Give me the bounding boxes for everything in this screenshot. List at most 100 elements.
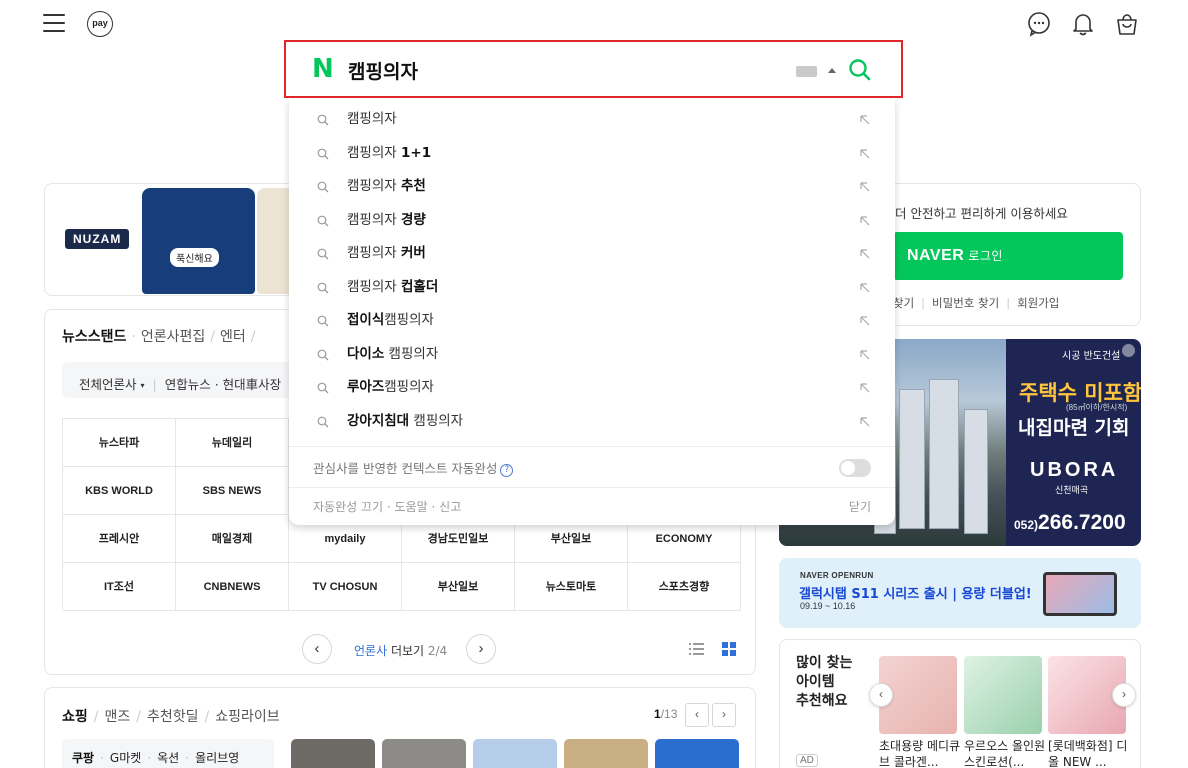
pay-button[interactable]: pay	[87, 11, 113, 37]
autocomplete-item[interactable]: 접이식캠핑의자	[289, 304, 895, 338]
autocomplete-text: 캠핑의자 컵홀더	[347, 278, 439, 295]
press-logo[interactable]: KBS WORLD	[63, 467, 176, 515]
autocomplete-text: 캠핑의자	[347, 111, 397, 127]
product-image[interactable]	[655, 739, 739, 768]
grid-view-icon[interactable]	[722, 642, 736, 656]
press-logo[interactable]: CNBNEWS	[176, 563, 289, 611]
autocomplete-item[interactable]: 캠핑의자	[289, 103, 895, 137]
mall-gmarket[interactable]: G마켓	[110, 751, 141, 765]
press-logo[interactable]: 스포츠경향	[628, 563, 741, 611]
press-logo[interactable]: TV CHOSUN	[289, 563, 402, 611]
product-image[interactable]	[964, 656, 1042, 734]
help-icon[interactable]: ?	[500, 464, 514, 477]
turn-off-autocomplete-link[interactable]: 자동완성 끄기	[313, 500, 383, 514]
fill-query-arrow-icon[interactable]	[859, 215, 871, 227]
tab-separator: ·	[131, 329, 136, 345]
fill-query-arrow-icon[interactable]	[859, 282, 871, 294]
separator-dot: ·	[431, 500, 436, 514]
tab-hotdeal[interactable]: 추천핫딜	[147, 709, 199, 725]
mall-auction[interactable]: 옥션	[157, 751, 179, 765]
autocomplete-item[interactable]: 루아즈캠핑의자	[289, 371, 895, 405]
close-autocomplete-button[interactable]: 닫기	[849, 498, 871, 515]
autocomplete-item[interactable]: 다이소 캠핑의자	[289, 338, 895, 372]
headline-source[interactable]: 연합뉴스	[165, 377, 211, 392]
autocomplete-item[interactable]: 캠핑의자 추천	[289, 170, 895, 204]
mall-oliveyoung[interactable]: 올리브영	[195, 751, 239, 765]
hamburger-menu-icon[interactable]	[43, 14, 65, 34]
collapse-autocomplete-icon[interactable]	[828, 68, 836, 73]
ad-info-icon[interactable]	[1122, 344, 1135, 357]
fill-query-arrow-icon[interactable]	[859, 114, 871, 126]
press-pager: ‹ 언론사 더보기 2/4 ›	[45, 634, 757, 666]
ad-openrun-brand: NAVER OPENRUN	[800, 571, 874, 580]
autocomplete-text: 접이식캠핑의자	[347, 312, 434, 328]
fill-query-arrow-icon[interactable]	[859, 382, 871, 394]
signup-link[interactable]: 회원가입	[1017, 296, 1059, 310]
all-press-dropdown[interactable]: 전체언론사 ▾	[79, 377, 145, 392]
search-box: N	[284, 40, 903, 98]
product-name[interactable]: 초대용량 메디큐브 콜라겐...	[879, 738, 963, 768]
shopping-next-button[interactable]: ›	[712, 703, 736, 727]
fill-query-arrow-icon[interactable]	[859, 181, 871, 193]
press-logo[interactable]: IT조선	[63, 563, 176, 611]
pager-label: 언론사 더보기 2/4	[354, 642, 447, 659]
tab-shopping[interactable]: 쇼핑	[62, 709, 88, 725]
naver-logo[interactable]: N	[312, 56, 334, 82]
list-view-icon[interactable]	[689, 643, 704, 655]
fill-query-arrow-icon[interactable]	[859, 349, 871, 361]
search-input[interactable]	[348, 57, 768, 83]
find-id-link[interactable]: 찾기	[893, 296, 914, 310]
autocomplete-item[interactable]: 강아지침대 캠핑의자	[289, 405, 895, 439]
press-logo[interactable]: 프레시안	[63, 515, 176, 563]
tab-mens[interactable]: 맨즈	[104, 709, 130, 725]
tab-newsstand[interactable]: 뉴스스탠드	[62, 329, 126, 345]
shopping-prev-button[interactable]: ‹	[685, 703, 709, 727]
fill-query-arrow-icon[interactable]	[859, 248, 871, 260]
product-image[interactable]	[564, 739, 648, 768]
tab-press-edit[interactable]: 언론사편집	[141, 329, 205, 345]
shopping-mall-filter: 쿠팡 · G마켓 · 옥션 · 올리브영	[62, 739, 274, 768]
recommend-prev-button[interactable]: ‹	[869, 683, 893, 707]
press-logo[interactable]: 부산일보	[402, 563, 515, 611]
shopping-bag-icon[interactable]	[1114, 11, 1140, 37]
autocomplete-item[interactable]: 캠핑의자 경량	[289, 204, 895, 238]
tab-shopping-live[interactable]: 쇼핑라이브	[215, 709, 279, 725]
pager-press-link[interactable]: 언론사	[354, 644, 387, 658]
find-password-link[interactable]: 비밀번호 찾기	[932, 296, 999, 310]
press-logo[interactable]: 매일경제	[176, 515, 289, 563]
product-name[interactable]: 우르오스 올인원 스킨로션(...	[964, 738, 1048, 768]
autocomplete-item[interactable]: 캠핑의자 컵홀더	[289, 271, 895, 305]
press-logo[interactable]: SBS NEWS	[176, 467, 289, 515]
press-logo[interactable]: 뉴스타파	[63, 419, 176, 467]
product-image[interactable]	[382, 739, 466, 768]
pager-prev-button[interactable]: ‹	[302, 634, 332, 664]
recommend-next-button[interactable]: ›	[1112, 683, 1136, 707]
headline-text[interactable]: 현대車사장	[223, 377, 282, 392]
pager-next-button[interactable]: ›	[466, 634, 496, 664]
autocomplete-item[interactable]: 캠핑의자 1+1	[289, 137, 895, 171]
login-label: 로그인	[968, 249, 1003, 263]
autocomplete-text: 캠핑의자 경량	[347, 211, 426, 228]
context-autocomplete-toggle[interactable]	[839, 459, 871, 477]
product-image[interactable]	[473, 739, 557, 768]
separator-dot: ·	[147, 751, 152, 765]
press-logo[interactable]: 뉴스토마토	[515, 563, 628, 611]
context-label-text: 관심사를 반영한 컨텍스트 자동완성	[313, 461, 498, 476]
product-image[interactable]	[291, 739, 375, 768]
tab-entertainment[interactable]: 엔터	[220, 329, 246, 345]
keyboard-icon[interactable]	[796, 66, 817, 77]
bell-icon[interactable]	[1070, 11, 1096, 37]
help-link[interactable]: 도움말	[395, 500, 428, 514]
report-link[interactable]: 신고	[439, 500, 461, 514]
fill-query-arrow-icon[interactable]	[859, 148, 871, 160]
product-name[interactable]: [롯데백화점] 디올 NEW ...	[1048, 738, 1132, 768]
press-logo[interactable]: 뉴데일리	[176, 419, 289, 467]
mall-coupang[interactable]: 쿠팡	[72, 751, 94, 765]
autocomplete-item[interactable]: 캠핑의자 커버	[289, 237, 895, 271]
fill-query-arrow-icon[interactable]	[859, 416, 871, 428]
naver-login-button[interactable]: NAVER 로그인	[893, 232, 1123, 280]
search-icon[interactable]	[848, 58, 872, 82]
ad-banner-openrun[interactable]: NAVER OPENRUN 갤럭시탭 S11 시리즈 출시 | 용량 더블업! …	[779, 558, 1141, 628]
chat-bubble-icon[interactable]	[1026, 11, 1052, 37]
fill-query-arrow-icon[interactable]	[859, 315, 871, 327]
